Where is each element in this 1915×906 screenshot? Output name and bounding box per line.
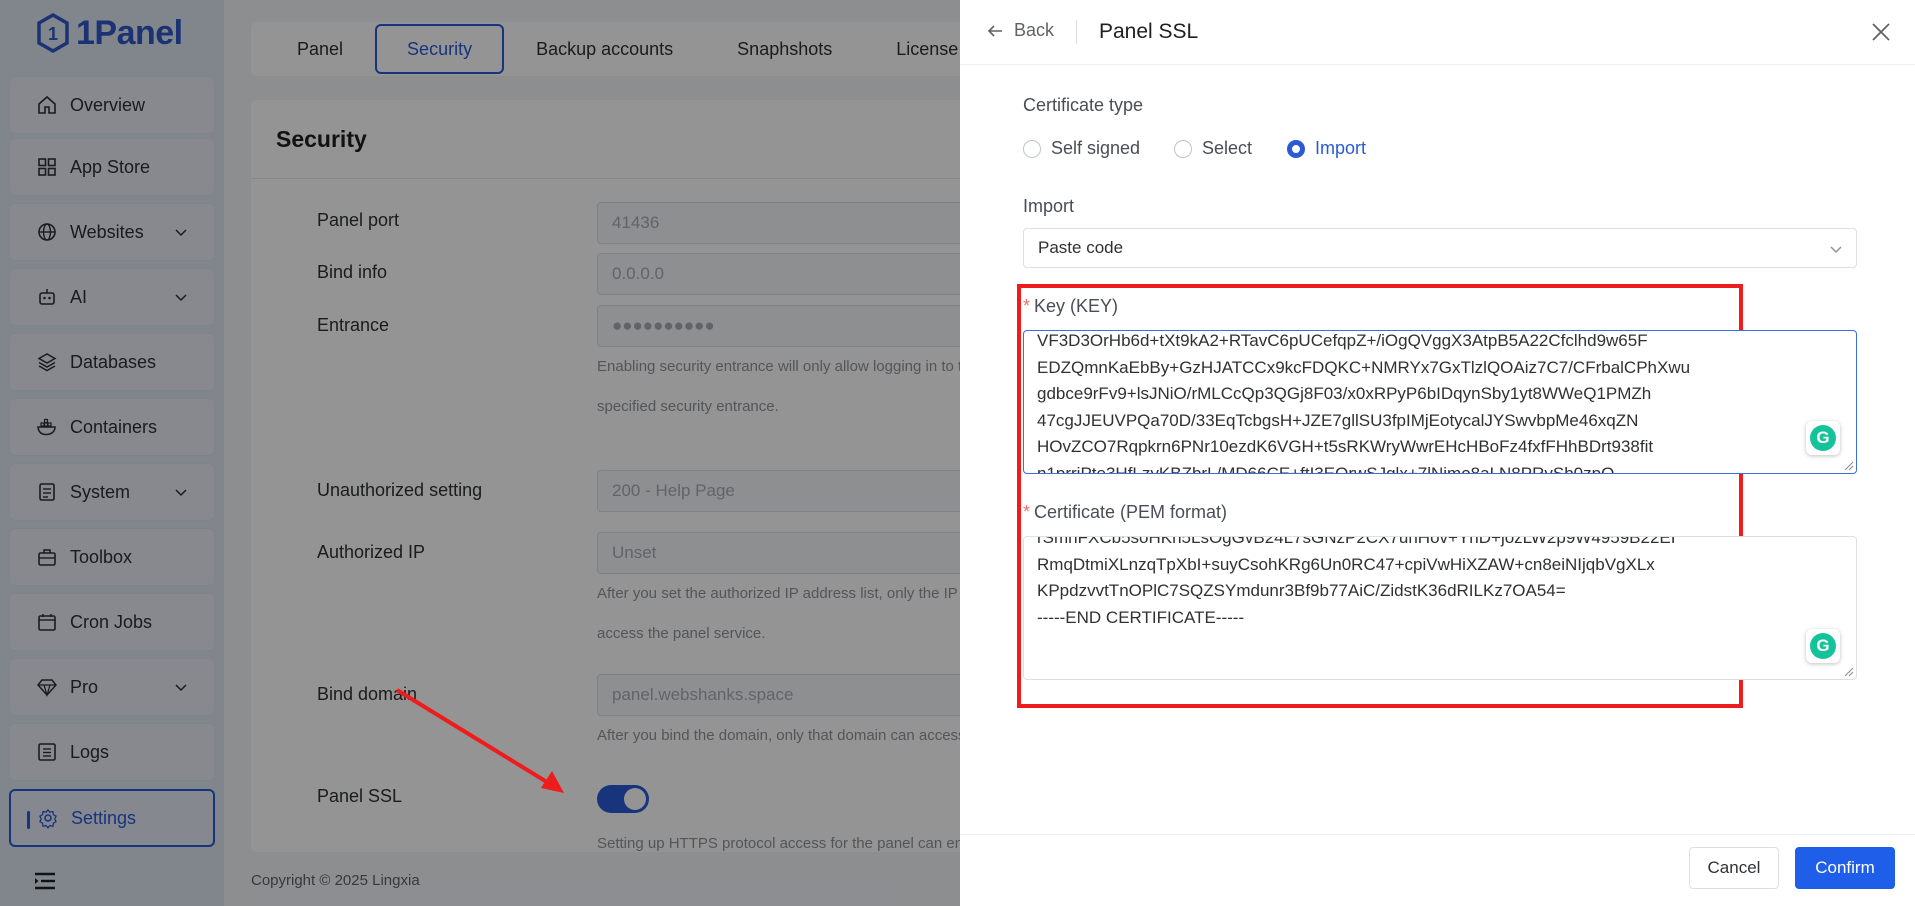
select-value: Paste code [1038, 238, 1124, 257]
radio-label: Self signed [1051, 138, 1141, 158]
key-textarea[interactable]: VF3D3OrHb6d+tXt9kA2+RTavC6pUCefqpZ+/iOgQ… [1023, 330, 1857, 474]
certificate-type-label: Certificate type [1023, 95, 1144, 115]
chevron-down-icon [1830, 246, 1842, 254]
drawer-header: Back Panel SSL [960, 0, 1915, 65]
radio-label: Select [1202, 138, 1253, 158]
header-divider [1076, 20, 1077, 44]
radio-self-signed[interactable]: Self signed [1023, 138, 1140, 159]
resize-handle-icon[interactable] [1842, 665, 1854, 677]
drawer-title: Panel SSL [1099, 20, 1199, 43]
grammarly-icon[interactable]: G [1806, 629, 1840, 663]
certificate-label: * Certificate (PEM format) [1023, 502, 1228, 522]
radio-circle [1174, 139, 1192, 158]
radio-select[interactable]: Select [1174, 138, 1252, 159]
radio-circle [1287, 139, 1305, 158]
radio-circle [1023, 139, 1041, 158]
back-button[interactable]: Back [986, 20, 1054, 41]
resize-handle-icon[interactable] [1842, 459, 1854, 471]
import-method-select[interactable]: Paste code [1023, 228, 1857, 268]
arrow-left-icon [987, 24, 1002, 37]
radio-import[interactable]: Import [1287, 138, 1366, 159]
drawer-footer: Cancel Confirm [960, 834, 1915, 906]
modal-overlay[interactable] [0, 0, 960, 906]
import-label: Import [1023, 196, 1075, 216]
confirm-button[interactable]: Confirm [1795, 847, 1895, 889]
close-icon[interactable] [1869, 20, 1893, 44]
back-label: Back [1014, 20, 1055, 40]
cancel-button[interactable]: Cancel [1689, 847, 1779, 889]
radio-label: Import [1315, 138, 1367, 158]
key-content: VF3D3OrHb6d+tXt9kA2+RTavC6pUCefqpZ+/iOgQ… [1037, 331, 1691, 474]
panel-ssl-drawer: Back Panel SSL Certificate type Self sig… [960, 0, 1915, 906]
grammarly-icon[interactable]: G [1806, 421, 1840, 455]
key-label: * Key (KEY) [1023, 296, 1119, 316]
certificate-textarea[interactable]: rSmnFXCb5soHKh5LsOgGvB24L7sGNzP2CX7uhHov… [1023, 536, 1857, 680]
certificate-content: rSmnFXCb5soHKh5LsOgGvB24L7sGNzP2CX7uhHov… [1037, 536, 1676, 627]
